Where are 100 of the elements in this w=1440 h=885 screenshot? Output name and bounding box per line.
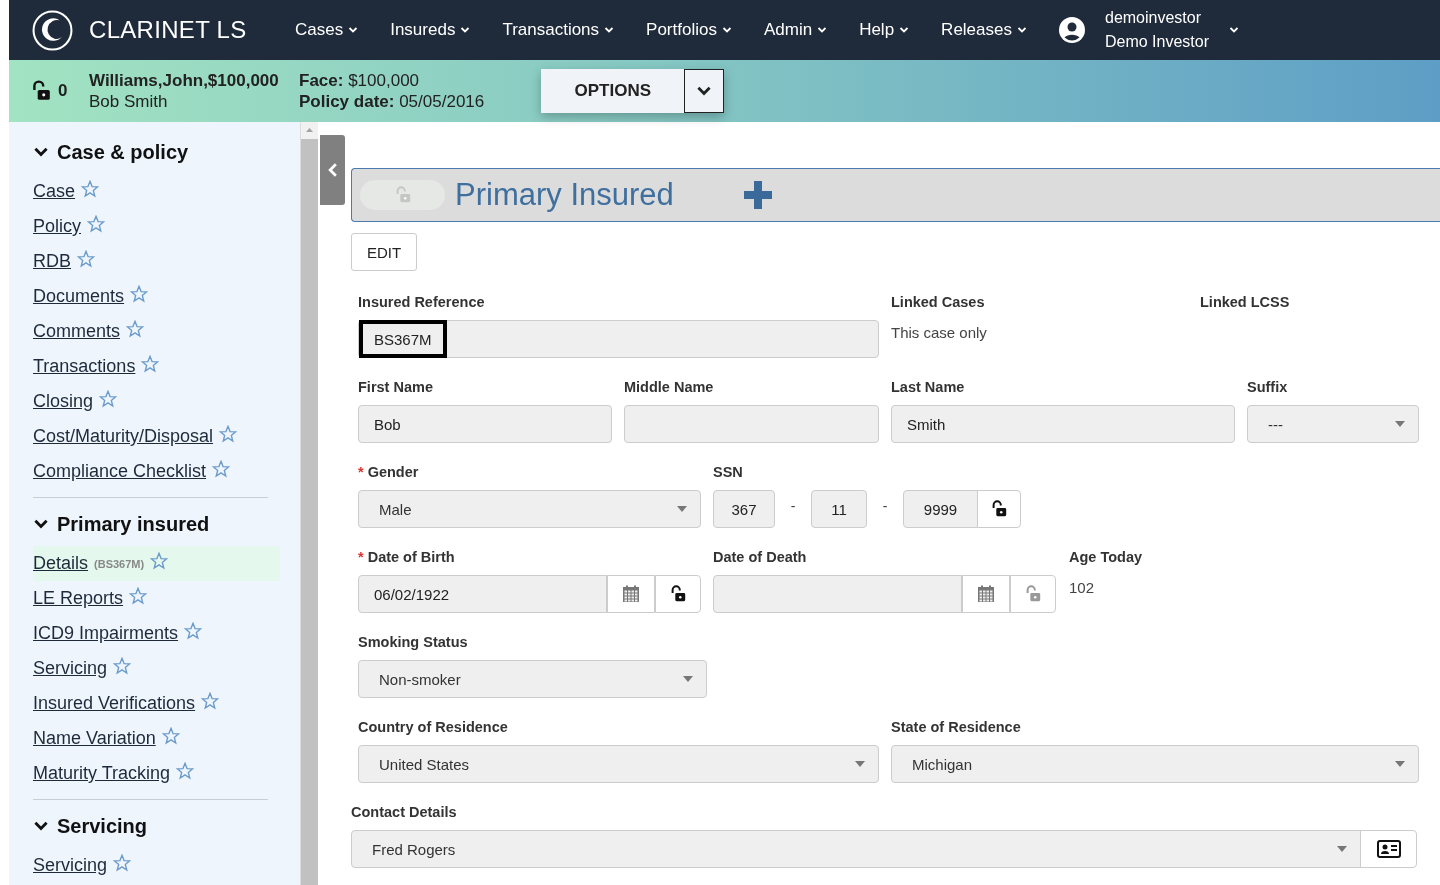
sidebar-link[interactable]: LE Reports xyxy=(33,588,124,609)
date-input-field[interactable] xyxy=(713,575,962,613)
ssn-input-field[interactable]: 9999 xyxy=(903,490,978,528)
field-label: Insured Reference xyxy=(358,294,486,312)
plus-icon[interactable] xyxy=(743,180,773,210)
caret-icon xyxy=(1394,760,1406,768)
star-icon[interactable] xyxy=(87,214,105,233)
case-title: Williams,John,$100,000 xyxy=(89,70,280,91)
date-input-field[interactable]: 06/02/1922 xyxy=(358,575,607,613)
field-label: Contact Details xyxy=(351,804,458,822)
chevron-down-icon xyxy=(460,25,471,35)
contact-card-icon xyxy=(1376,840,1401,858)
field-label: State of Residence xyxy=(891,719,1022,737)
insured-reference-field[interactable]: BS367M xyxy=(358,320,879,358)
select-field[interactable]: Male xyxy=(358,490,701,528)
user-display-name[interactable]: Demo Investor xyxy=(1105,30,1210,54)
star-icon[interactable] xyxy=(219,424,238,443)
select-field[interactable]: --- xyxy=(1247,405,1419,443)
star-icon[interactable] xyxy=(201,691,220,710)
nav-menu[interactable]: Admin xyxy=(763,20,828,40)
ssn-input-field[interactable]: 11 xyxy=(811,490,867,528)
unlock-button[interactable] xyxy=(977,490,1021,528)
nav-menu[interactable]: Transactions xyxy=(502,20,615,40)
sidebar-link[interactable]: Closing xyxy=(33,391,94,412)
sidebar-section-title[interactable]: Primary insured xyxy=(57,512,210,536)
sidebar-link[interactable]: Documents xyxy=(33,286,125,307)
calendar-button[interactable] xyxy=(962,575,1010,613)
ssn-separator: - xyxy=(881,498,889,516)
options-button[interactable]: OPTIONS xyxy=(541,69,685,113)
sidebar-section-title[interactable]: Servicing xyxy=(57,814,148,838)
select-field[interactable]: United States xyxy=(358,745,879,783)
lock-toggle-button[interactable] xyxy=(360,180,445,210)
logo-icon[interactable] xyxy=(32,9,73,51)
sidebar-link[interactable]: Servicing xyxy=(33,658,108,679)
field-label: Date of Death xyxy=(713,549,808,567)
options-dropdown-button[interactable] xyxy=(684,69,725,113)
sidebar-link[interactable]: Insured Verifications xyxy=(33,693,196,714)
text-input-field[interactable]: Smith xyxy=(891,405,1235,443)
ssn-separator: - xyxy=(789,498,797,516)
sidebar-link[interactable]: ICD9 Impairments xyxy=(33,623,179,644)
collapse-sidebar-button[interactable] xyxy=(320,135,345,205)
star-icon[interactable] xyxy=(81,179,100,198)
star-icon[interactable] xyxy=(150,551,169,570)
sidebar-link[interactable]: Name Variation xyxy=(33,728,156,749)
field-value: 102 xyxy=(1069,578,1096,596)
text-input-field[interactable] xyxy=(624,405,879,443)
sidebar-link[interactable]: Policy xyxy=(33,216,81,237)
sidebar-link[interactable]: Transactions xyxy=(33,356,136,377)
user-avatar-icon[interactable] xyxy=(1059,17,1085,43)
star-icon[interactable] xyxy=(99,389,118,408)
calendar-icon xyxy=(622,585,640,603)
sidebar-link[interactable]: Details xyxy=(33,553,89,574)
sidebar-section-title[interactable]: Case & policy xyxy=(57,140,189,164)
star-icon[interactable] xyxy=(126,319,145,338)
nav-menu[interactable]: Portfolios xyxy=(646,20,732,40)
scrollbar[interactable] xyxy=(300,122,318,885)
star-icon[interactable] xyxy=(77,249,95,268)
nav-menu[interactable]: Insureds xyxy=(390,20,471,40)
select-field[interactable]: Fred Rogers xyxy=(351,830,1361,868)
caret-icon xyxy=(854,760,866,768)
sidebar-link[interactable]: Maturity Tracking xyxy=(33,763,171,784)
select-field[interactable]: Michigan xyxy=(891,745,1419,783)
nav-menu[interactable]: Help xyxy=(859,20,910,40)
field-label: Middle Name xyxy=(624,379,715,397)
field-label: Last Name xyxy=(891,379,966,397)
star-icon[interactable] xyxy=(113,656,132,675)
edit-button[interactable]: EDIT xyxy=(351,233,418,271)
nav-menu[interactable]: Releases xyxy=(941,20,1027,40)
star-icon[interactable] xyxy=(130,284,149,303)
star-icon[interactable] xyxy=(212,459,231,478)
star-icon[interactable] xyxy=(129,586,148,605)
field-label: First Name xyxy=(358,379,434,397)
unlock-button[interactable] xyxy=(655,575,701,613)
star-icon[interactable] xyxy=(176,761,195,780)
sidebar-link[interactable]: Case xyxy=(33,181,76,202)
face-amount: Face: $100,000 xyxy=(299,70,421,91)
select-field[interactable]: Non-smoker xyxy=(358,660,707,698)
field-value: This case only xyxy=(891,323,988,341)
sidebar-link[interactable]: Cost/Maturity/Disposal xyxy=(33,426,214,447)
sidebar-link[interactable]: Compliance Checklist xyxy=(33,461,207,482)
unlocked-padlock-icon xyxy=(669,585,687,603)
calendar-button[interactable] xyxy=(607,575,655,613)
star-icon[interactable] xyxy=(141,354,160,373)
field-label: * Gender xyxy=(358,464,420,482)
star-icon[interactable] xyxy=(161,726,180,745)
insured-name: Bob Smith xyxy=(89,91,169,112)
ssn-input-field[interactable]: 367 xyxy=(713,490,775,528)
field-label: SSN xyxy=(713,464,744,482)
sidebar-link[interactable]: Comments xyxy=(33,321,121,342)
text-input-field[interactable]: Bob xyxy=(358,405,612,443)
sidebar-link[interactable]: RDB xyxy=(33,251,71,272)
field-label: Age Today xyxy=(1069,549,1144,567)
star-icon[interactable] xyxy=(113,853,132,872)
star-icon[interactable] xyxy=(184,621,203,640)
app-logo-text[interactable]: CLARINET LS xyxy=(89,16,247,44)
nav-menu[interactable]: Cases xyxy=(295,20,359,40)
username[interactable]: demoinvestor xyxy=(1105,6,1210,30)
sidebar-link[interactable]: Servicing xyxy=(33,855,108,876)
contact-card-button[interactable] xyxy=(1360,830,1417,868)
field-label: Suffix xyxy=(1247,379,1289,397)
